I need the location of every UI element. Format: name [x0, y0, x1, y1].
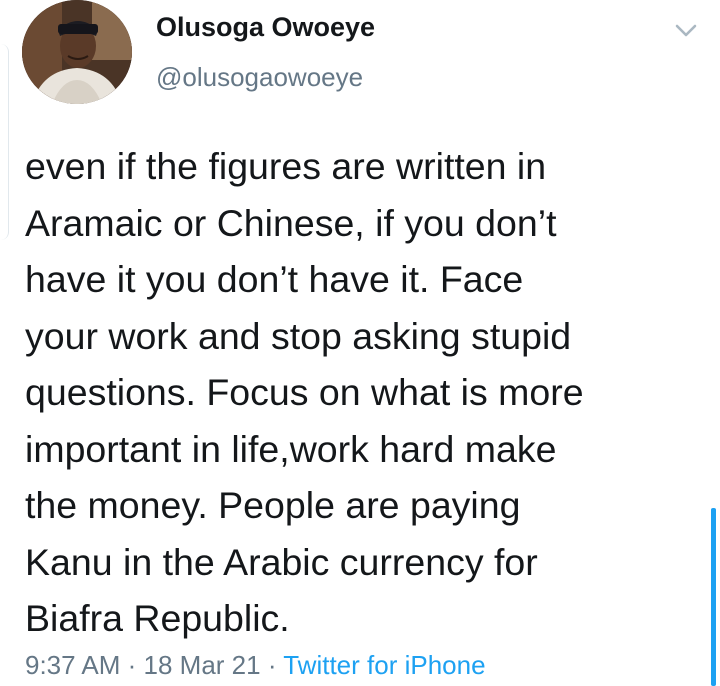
display-name[interactable]: Olusoga Owoeye	[156, 12, 375, 43]
tweet-text: even if the figures are written in Arama…	[25, 145, 584, 639]
meta-separator: ·	[120, 650, 144, 680]
chevron-down-icon[interactable]	[672, 18, 700, 42]
tweet-date: 18 Mar 21	[143, 650, 261, 680]
tweet-time: 9:37 AM	[25, 650, 121, 680]
scrollbar[interactable]	[711, 508, 716, 686]
adjacent-card-edge	[0, 44, 9, 240]
tweet-source-link[interactable]: Twitter for iPhone	[283, 650, 485, 680]
tweet-meta: 9:37 AM · 18 Mar 21 · Twitter for iPhone	[25, 650, 486, 681]
user-handle[interactable]: @olusogaowoeye	[156, 62, 363, 93]
meta-separator: ·	[260, 650, 284, 680]
avatar[interactable]	[22, 0, 132, 104]
